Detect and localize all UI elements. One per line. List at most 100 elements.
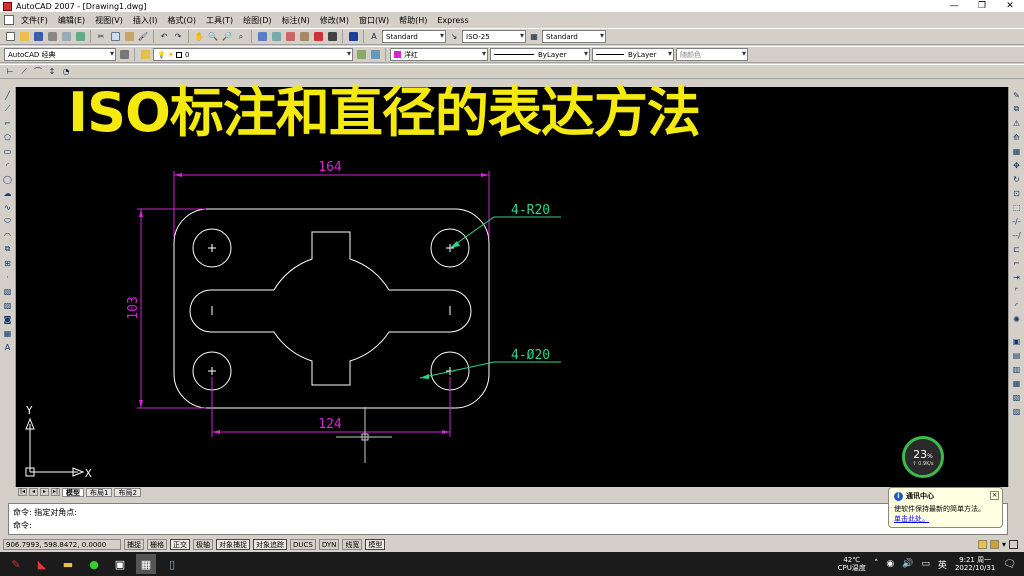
open-file-icon[interactable] — [18, 31, 30, 43]
status-menu-icon[interactable]: ▾ — [1002, 540, 1006, 549]
workspace-settings-icon[interactable] — [118, 49, 130, 61]
volume-icon[interactable]: 🔊 — [902, 559, 913, 569]
start-icon[interactable]: ✎ — [6, 554, 26, 574]
plotstyle-select[interactable]: 随颜色 — [676, 48, 748, 61]
table-style-icon[interactable]: ▦ — [528, 31, 540, 43]
zoom-realtime-icon[interactable]: 🔍 — [207, 31, 219, 43]
publish-icon[interactable] — [74, 31, 86, 43]
menu-draw[interactable]: 绘图(D) — [238, 15, 276, 26]
draworder-front-icon[interactable]: ▣ — [1011, 335, 1023, 347]
taskbar-doc-icon[interactable]: ▯ — [162, 554, 182, 574]
menu-window[interactable]: 窗口(W) — [354, 15, 394, 26]
drawing-area[interactable]: 164 103 124 4-R20 4-Ø20 Y X — [16, 87, 1008, 487]
maximize-button[interactable]: ❐ — [968, 0, 996, 12]
markup-icon[interactable] — [312, 31, 324, 43]
balloon-close-button[interactable]: × — [990, 491, 999, 500]
dim-style-icon[interactable]: ↘ — [448, 31, 460, 43]
taskbar-media-icon[interactable]: ▣ — [110, 554, 130, 574]
color-select[interactable]: 洋红 — [390, 48, 488, 61]
ordinate-icon[interactable]: ↕ — [46, 66, 58, 78]
draworder-above-icon[interactable]: ▥ — [1011, 363, 1023, 375]
clock[interactable]: 9:21 周一 2022/10/31 — [955, 556, 995, 572]
move-icon[interactable]: ✥ — [1011, 159, 1023, 171]
copy-icon[interactable] — [109, 31, 121, 43]
menu-insert[interactable]: 插入(I) — [128, 15, 163, 26]
line-icon[interactable]: ╱ — [2, 89, 14, 101]
draworder-under-icon[interactable]: ▦ — [1011, 377, 1023, 389]
toggle-ducs[interactable]: DUCS — [290, 538, 316, 550]
dim-front-icon[interactable]: ▨ — [1011, 405, 1023, 417]
taskbar-folder-icon[interactable]: ▬ — [58, 554, 78, 574]
paste-icon[interactable] — [123, 31, 135, 43]
match-properties-icon[interactable]: 🖌 — [137, 31, 149, 43]
fillet-icon[interactable]: ◜ — [1011, 299, 1023, 311]
document-icon[interactable] — [4, 15, 14, 25]
construction-line-icon[interactable]: ⟋ — [2, 103, 14, 115]
comm-center-icon[interactable] — [977, 539, 987, 549]
redo-icon[interactable]: ↷ — [172, 31, 184, 43]
tab-first-icon[interactable]: |◂ — [18, 488, 27, 496]
circle-icon[interactable]: ◯ — [2, 173, 14, 185]
taskbar-autocad-icon[interactable]: ▦ — [136, 554, 156, 574]
toggle-snap[interactable]: 捕捉 — [124, 538, 144, 550]
linear-dim-icon[interactable]: ⊢ — [4, 66, 16, 78]
layer-manager-icon[interactable] — [139, 49, 151, 61]
tool-palettes-icon[interactable] — [284, 31, 296, 43]
aligned-dim-icon[interactable]: ⟋ — [18, 66, 30, 78]
network-icon[interactable]: ◉ — [886, 559, 894, 569]
rectangle-icon[interactable]: ▭ — [2, 145, 14, 157]
revision-cloud-icon[interactable]: ☁ — [2, 187, 14, 199]
tray-chevron-icon[interactable]: ˄ — [874, 559, 879, 569]
mirror-icon[interactable]: ⚠ — [1011, 117, 1023, 129]
preview-icon[interactable] — [60, 31, 72, 43]
toggle-lineweight[interactable]: 线宽 — [342, 538, 363, 550]
break-icon[interactable]: ⌐ — [1011, 257, 1023, 269]
tab-model[interactable]: 模型 — [62, 487, 84, 497]
hatch-icon[interactable]: ▧ — [2, 285, 14, 297]
tab-last-icon[interactable]: ▸| — [51, 488, 60, 496]
tab-prev-icon[interactable]: ◂ — [29, 488, 38, 496]
make-block-icon[interactable]: ⊞ — [2, 257, 14, 269]
zoom-previous-icon[interactable]: ⌕ — [235, 31, 247, 43]
save-icon[interactable] — [32, 31, 44, 43]
mtext-icon[interactable]: A — [2, 341, 14, 353]
close-button[interactable]: ✕ — [996, 0, 1024, 12]
workspace-select[interactable]: AutoCAD 经典 — [4, 48, 116, 61]
layer-previous-icon[interactable] — [369, 49, 381, 61]
menu-dimension[interactable]: 标注(N) — [277, 15, 315, 26]
lineweight-select[interactable]: ByLayer — [592, 48, 674, 61]
cpu-usage-gauge[interactable]: 23% ↑ 0.9K/s — [902, 436, 944, 478]
join-icon[interactable]: ⇥ — [1011, 271, 1023, 283]
pan-icon[interactable]: ✋ — [193, 31, 205, 43]
break-point-icon[interactable]: ⊏ — [1011, 243, 1023, 255]
menu-tools[interactable]: 工具(T) — [201, 15, 238, 26]
rotate-icon[interactable]: ↻ — [1011, 173, 1023, 185]
polyline-icon[interactable]: ⌐ — [2, 117, 14, 129]
menu-view[interactable]: 视图(V) — [90, 15, 128, 26]
arc-icon[interactable]: ◜ — [2, 159, 14, 171]
layer-select[interactable]: 💡 ☀ 0 — [153, 48, 353, 61]
menu-edit[interactable]: 编辑(E) — [53, 15, 90, 26]
menu-modify[interactable]: 修改(M) — [315, 15, 354, 26]
menu-file[interactable]: 文件(F) — [16, 15, 53, 26]
insert-block-icon[interactable]: ⧉ — [2, 243, 14, 255]
table-icon[interactable]: ▦ — [2, 327, 14, 339]
extend-icon[interactable]: --/ — [1011, 229, 1023, 241]
cut-icon[interactable]: ✂ — [95, 31, 107, 43]
text-style-select[interactable]: Standard — [382, 30, 446, 43]
spline-icon[interactable]: ∿ — [2, 201, 14, 213]
tab-layout1[interactable]: 布局1 — [86, 487, 113, 497]
print-icon[interactable] — [46, 31, 58, 43]
ellipse-arc-icon[interactable]: ◠ — [2, 229, 14, 241]
notification-icon[interactable]: 🗨 — [1003, 559, 1016, 570]
linetype-select[interactable]: ByLayer — [490, 48, 590, 61]
zoom-window-icon[interactable]: 🔎 — [221, 31, 233, 43]
text-front-icon[interactable]: ▧ — [1011, 391, 1023, 403]
point-icon[interactable]: · — [2, 271, 14, 283]
balloon-link[interactable]: 单击此处。 — [894, 514, 997, 524]
tab-layout2[interactable]: 布局2 — [114, 487, 141, 497]
stretch-icon[interactable]: ⬚ — [1011, 201, 1023, 213]
erase-icon[interactable]: ✎ — [1011, 89, 1023, 101]
arc-length-icon[interactable]: ⌒ — [32, 66, 44, 78]
undo-icon[interactable]: ↶ — [158, 31, 170, 43]
